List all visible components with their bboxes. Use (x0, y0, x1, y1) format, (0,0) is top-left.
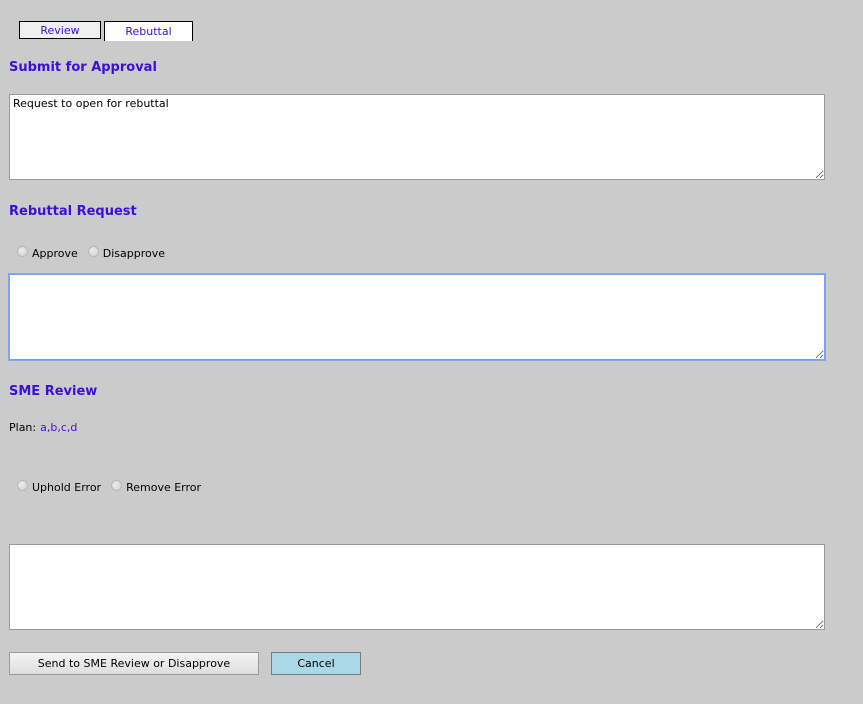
uphold-error-radio[interactable] (17, 480, 28, 491)
plan-row: Plan: a,b,c,d (9, 421, 77, 434)
tab-review-label: Review (40, 23, 80, 37)
sme-decision-group: Uphold Error Remove Error (17, 480, 211, 494)
tab-rebuttal[interactable]: Rebuttal (104, 21, 193, 41)
send-to-sme-button[interactable]: Send to SME Review or Disapprove (9, 652, 259, 675)
uphold-error-radio-label: Uphold Error (32, 481, 102, 494)
approval-request-textarea[interactable]: Request to open for rebuttal (9, 94, 825, 180)
rebuttal-comment-textarea[interactable] (9, 274, 825, 360)
sme-review-heading: SME Review (9, 384, 98, 399)
disapprove-radio-label: Disapprove (102, 247, 166, 260)
rebuttal-decision-group: Approve Disapprove (17, 246, 175, 260)
send-to-sme-button-label: Send to SME Review or Disapprove (37, 657, 231, 670)
plan-label: Plan: (9, 421, 37, 434)
tab-rebuttal-label: Rebuttal (125, 25, 172, 38)
cancel-button-label: Cancel (297, 657, 335, 670)
remove-error-radio-label: Remove Error (126, 481, 202, 494)
rebuttal-request-heading: Rebuttal Request (9, 204, 137, 219)
cancel-button[interactable]: Cancel (271, 652, 361, 675)
approve-radio[interactable] (17, 246, 28, 257)
approve-radio-label: Approve (32, 247, 78, 260)
sme-comment-textarea[interactable] (9, 544, 825, 630)
plan-link[interactable]: a,b,c,d (40, 421, 77, 434)
disapprove-radio[interactable] (87, 246, 99, 257)
remove-error-radio[interactable] (111, 480, 123, 491)
submit-for-approval-heading: Submit for Approval (9, 60, 157, 75)
tab-review[interactable]: Review (19, 21, 101, 39)
